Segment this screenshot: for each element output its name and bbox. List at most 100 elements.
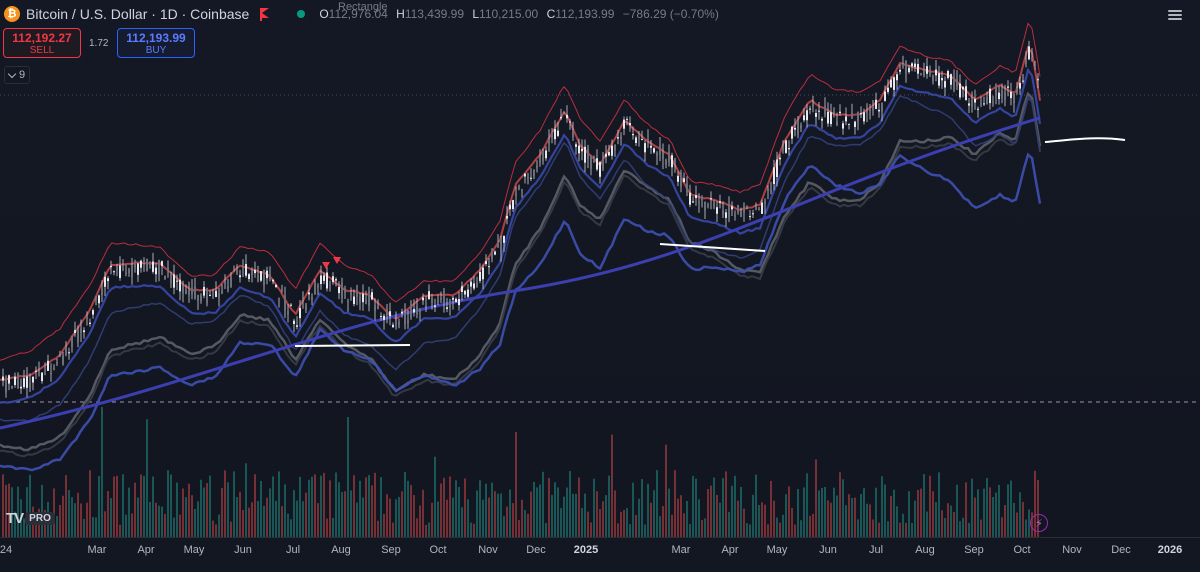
price-chart[interactable]: [0, 0, 1200, 537]
candle-body: [569, 121, 571, 123]
candle-body: [827, 111, 829, 124]
candle-body: [278, 297, 280, 299]
volume-bar: [707, 489, 709, 537]
candle-body: [995, 85, 997, 96]
volume-bar: [665, 444, 667, 537]
volume-bar: [443, 477, 445, 537]
volume-bar: [908, 491, 910, 537]
volume-bar: [323, 472, 325, 537]
candle-body: [179, 279, 181, 292]
volume-bar: [218, 514, 220, 537]
volume-bar: [410, 485, 412, 537]
candle-body: [950, 74, 952, 85]
candle-body: [923, 70, 925, 76]
candle-body: [215, 290, 217, 297]
time-tick: Aug: [915, 544, 935, 556]
volume-bar: [401, 491, 403, 537]
volume-bar: [395, 499, 397, 537]
candle-body: [167, 267, 169, 272]
candle-body: [974, 99, 976, 103]
time-axis[interactable]: 24 Mar Apr May Jun Jul Aug Sep Oct Nov Dec 2025 Mar A…: [0, 537, 1200, 572]
flag-icon[interactable]: [259, 8, 271, 21]
volume-bar: [671, 514, 673, 537]
candle-body: [338, 287, 340, 294]
volume-bar: [440, 483, 442, 537]
candle-body: [95, 296, 97, 300]
candle-body: [863, 112, 865, 122]
volume-bar: [62, 495, 64, 537]
volume-bar: [1019, 492, 1021, 537]
candle-body: [479, 271, 481, 281]
buy-button[interactable]: 112,193.99 BUY: [117, 28, 195, 58]
menu-icon[interactable]: [1168, 8, 1182, 22]
symbol-title[interactable]: Bitcoin / U.S. Dollar · 1D · Coinbase: [26, 6, 249, 22]
volume-bar: [413, 495, 415, 537]
volume-bar: [929, 475, 931, 537]
candle-body: [518, 185, 520, 190]
volume-bar: [995, 492, 997, 537]
candle-body: [290, 304, 292, 306]
volume-bar: [590, 522, 592, 537]
candle-body: [248, 274, 250, 279]
volume-bar: [845, 505, 847, 537]
volume-bar: [122, 474, 124, 537]
candle-body: [704, 201, 706, 211]
candle-body: [989, 88, 991, 104]
candle-body: [980, 103, 982, 105]
volume-bar: [359, 480, 361, 537]
candle-body: [434, 305, 436, 307]
volume-bar: [548, 477, 550, 537]
volume-bar: [866, 503, 868, 537]
volume-bar: [680, 495, 682, 537]
volume-bar: [113, 476, 115, 537]
volume-bar: [206, 483, 208, 537]
candle-body: [527, 177, 529, 179]
volume-bar: [653, 490, 655, 537]
volume-bar: [923, 474, 925, 537]
candle-body: [440, 297, 442, 300]
candle-body: [389, 311, 391, 317]
volume-bar: [764, 504, 766, 537]
volume-bar: [794, 524, 796, 537]
volume-bar: [878, 522, 880, 537]
candle-body: [587, 148, 589, 159]
volume-bar: [425, 524, 427, 537]
volume-bar: [581, 508, 583, 537]
candle-body: [602, 158, 604, 169]
candle-body: [425, 305, 427, 307]
tradingview-logo[interactable]: TV PRO: [6, 509, 55, 527]
volume-bar: [683, 513, 685, 537]
candle-body: [152, 261, 154, 272]
volume-bar: [260, 480, 262, 537]
candle-body: [818, 110, 820, 112]
candle-body: [227, 286, 229, 289]
candle-body: [446, 307, 448, 309]
candle-body: [74, 330, 76, 333]
candle-body: [899, 69, 901, 72]
candle-body: [482, 267, 484, 280]
candle-body: [287, 310, 289, 315]
candle-body: [449, 300, 451, 308]
volume-bar: [527, 513, 529, 537]
indicators-toggle[interactable]: 9: [4, 66, 31, 84]
lightning-icon[interactable]: ⚡: [1030, 514, 1048, 532]
volume-bar: [602, 501, 604, 537]
volume-bar: [332, 517, 334, 537]
chart-area[interactable]: ₿ Bitcoin / U.S. Dollar · 1D · Coinbase …: [0, 0, 1200, 572]
candle-body: [581, 148, 583, 152]
candle-body: [830, 112, 832, 125]
sell-button[interactable]: 112,192.27 SELL: [3, 28, 81, 58]
volume-bar: [638, 498, 640, 537]
candle-body: [398, 321, 400, 326]
volume-bar: [974, 497, 976, 537]
candle-body: [599, 162, 601, 177]
candle-body: [500, 238, 502, 254]
pro-badge: PRO: [25, 511, 55, 525]
candle-body: [32, 376, 34, 383]
candle-body: [836, 121, 838, 126]
candle-body: [410, 305, 412, 318]
candle-body: [443, 291, 445, 304]
volume-bar: [857, 519, 859, 537]
volume-bar: [1022, 501, 1024, 537]
candle-body: [107, 278, 109, 282]
